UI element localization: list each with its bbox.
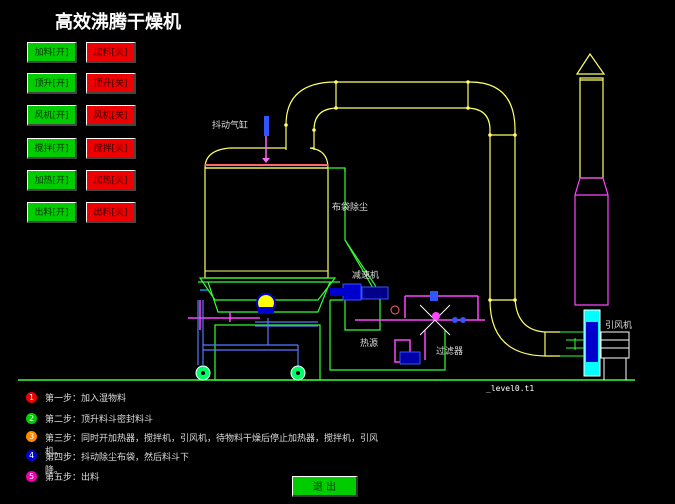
dryer-frame (198, 167, 446, 381)
step-4-badge: 4 (26, 450, 37, 461)
cylinder-label: 抖动气缸 (212, 121, 249, 131)
step-1-text: 第一步：加入湿物料 (45, 394, 127, 404)
cart-wheels (195, 365, 306, 381)
chimney-body (574, 177, 609, 306)
step-5: 5 第五步：出料 (26, 470, 99, 483)
step-2: 2 第二步：顶升料斗密封料斗 (26, 412, 153, 425)
step-3-badge: 3 (26, 431, 37, 442)
exit-button[interactable]: 退 出 (292, 476, 358, 497)
step-2-badge: 2 (26, 413, 37, 424)
shaking-cylinder (262, 116, 270, 163)
chimney (575, 52, 606, 179)
heat-source-label: 热源 (360, 339, 379, 349)
bag-filter-chamber (204, 147, 329, 279)
fan-label: 引风机 (605, 321, 633, 331)
filter-label: 过滤器 (436, 347, 464, 357)
step-5-badge: 5 (26, 471, 37, 482)
step-5-text: 第五步：出料 (45, 473, 100, 483)
dryer-diagram (18, 52, 635, 381)
exhaust-duct (285, 81, 560, 357)
step-1-badge: 1 (26, 392, 37, 403)
bag-filter-label: 布袋除尘 (332, 203, 369, 213)
step-2-text: 第二步：顶升料斗密封料斗 (45, 415, 154, 425)
reducer-label: 减速机 (352, 271, 380, 281)
step-1: 1 第一步：加入湿物料 (26, 391, 126, 404)
level-tag: _level0.t1 (486, 384, 535, 393)
reducer-motor (330, 283, 389, 301)
